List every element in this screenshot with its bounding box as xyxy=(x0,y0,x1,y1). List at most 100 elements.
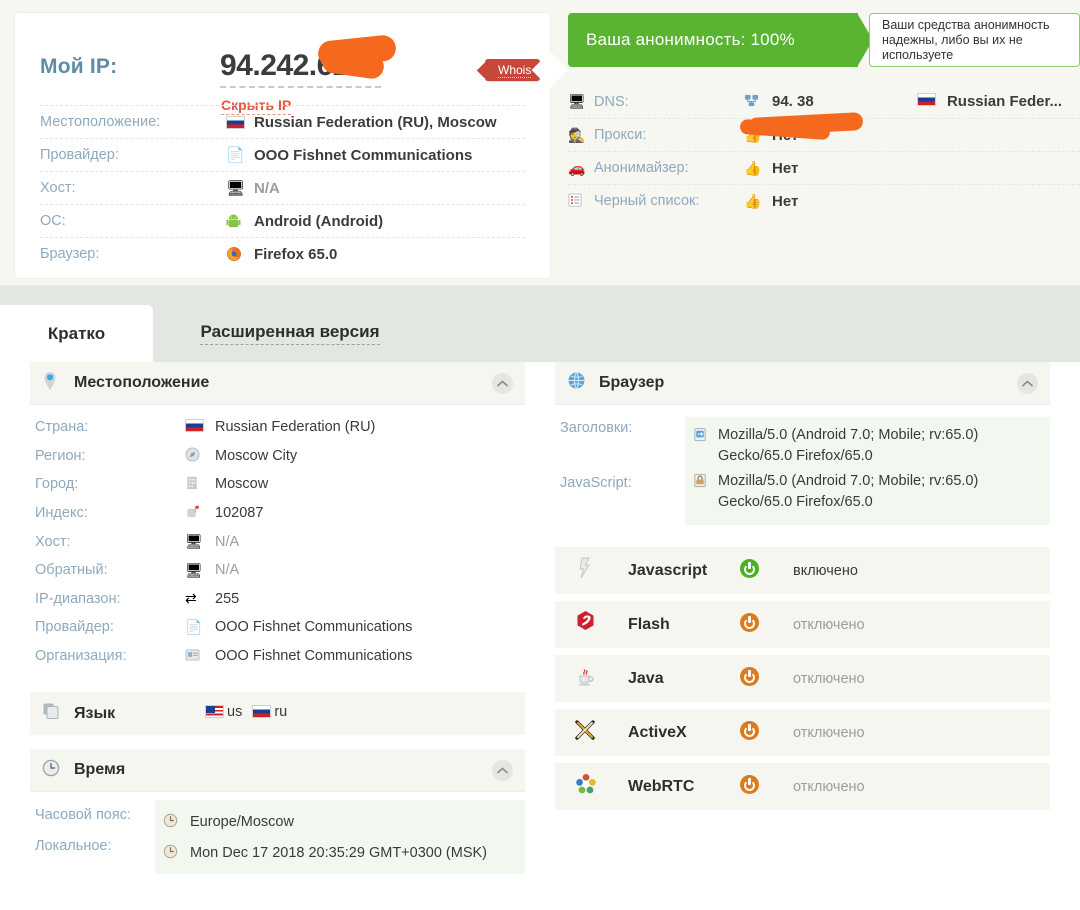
tab-bar: Кратко Расширенная версия xyxy=(0,285,1080,362)
row-value: Mon Dec 17 2018 20:35:29 GMT+0300 (MSK) xyxy=(190,844,488,861)
my-ip-card: Мой IP: 94.242.62. 5 Скрыть IP Whois Мес… xyxy=(15,13,550,278)
row-country: Russian Feder... xyxy=(946,93,1062,110)
language-values: us ru xyxy=(205,704,287,720)
row-value: Moscow xyxy=(215,476,269,493)
row-value: 255 xyxy=(215,590,240,607)
row-value: Russian Federation (RU), Moscow xyxy=(254,113,497,131)
panel-title: Браузер xyxy=(599,374,665,391)
flash-icon xyxy=(575,610,628,639)
collapse-chevron-up-icon[interactable] xyxy=(492,373,513,394)
location-row-city: Город: Moscow xyxy=(30,470,525,499)
row-label: Провайдер: xyxy=(40,147,119,163)
row-value: Firefox 65.0 xyxy=(254,245,338,263)
whois-button[interactable]: Whois xyxy=(485,59,541,81)
browser-row-javascript: Mozilla/5.0 (Android 7.0; Mobile; rv:65.… xyxy=(685,471,1050,517)
time-panel-header: Время xyxy=(30,749,525,793)
flag-us-icon xyxy=(205,705,224,719)
row-label: Регион: xyxy=(35,447,86,464)
ip-info-row-browser: Браузер: Firefox 65.0 xyxy=(40,237,525,270)
tab-extended[interactable]: Расширенная версия xyxy=(175,305,405,362)
time-row-timezone: Europe/Moscow xyxy=(155,806,525,837)
ip-info-row-host: Хост: 🖥 N/A xyxy=(40,171,525,204)
my-ip-header: Мой IP: 94.242.62. 5 Скрыть IP Whois xyxy=(15,13,550,115)
location-row-country: Страна: Russian Federation (RU) xyxy=(30,413,525,442)
ip-info-row-os: ОС: Android (Android) xyxy=(40,204,525,237)
browser-row-headers: Mozilla/5.0 (Android 7.0; Mobile; rv:65.… xyxy=(685,425,1050,471)
row-value: Нет xyxy=(772,126,799,144)
main-content: Местоположение Страна: Russian Federatio… xyxy=(0,362,1080,910)
page-root: Мой IP: 94.242.62. 5 Скрыть IP Whois Мес… xyxy=(0,0,1080,910)
js-ua-line-2: Gecko/65.0 Firefox/65.0 xyxy=(718,494,873,510)
firefox-icon xyxy=(226,246,254,262)
row-label: Местоположение: xyxy=(40,114,161,130)
tech-name: Java xyxy=(628,669,664,687)
row-label: Хост: xyxy=(40,180,76,196)
power-state-icon xyxy=(740,612,793,637)
tech-name: ActiveX xyxy=(628,723,687,741)
anonymity-rows: 🖥 DNS: 94. 38 Russian Feder... 🕵 Прокси:… xyxy=(568,85,1080,217)
location-row-zip: Индекс: 102087 xyxy=(30,499,525,528)
power-state-icon xyxy=(740,666,793,691)
java-icon xyxy=(575,665,628,693)
mailbox-icon xyxy=(185,504,215,522)
tech-row-java: Java отключено xyxy=(555,655,1050,702)
power-state-icon xyxy=(740,558,793,583)
row-value: Moscow City xyxy=(215,447,298,464)
row-value: Russian Federation (RU) xyxy=(215,419,376,436)
my-ip-value: 94.242.62. 5 xyxy=(220,49,381,88)
row-label: IP-диапазон: xyxy=(35,590,121,607)
row-label: Город: xyxy=(35,476,79,493)
power-off-icon xyxy=(740,720,759,740)
flag-ru-icon xyxy=(185,419,215,435)
anonymity-row-blacklist: Черный список: 👍 Нет xyxy=(568,184,1080,217)
browser-panel: Браузер Заголовки: JavaScript: Mozilla/5… xyxy=(555,362,1050,525)
collapse-chevron-up-icon[interactable] xyxy=(492,760,513,782)
location-row-iprange: IP-диапазон: ⇄ 255 xyxy=(30,585,525,614)
browser-values: Mozilla/5.0 (Android 7.0; Mobile; rv:65.… xyxy=(685,417,1050,525)
tab-label: Кратко xyxy=(47,323,106,343)
row-label: Черный список: xyxy=(594,193,700,209)
tech-name: Javascript xyxy=(628,561,708,579)
language-panel: Язык us ru xyxy=(30,692,525,736)
power-on-icon xyxy=(740,558,759,578)
row-label: Локальное: xyxy=(35,838,112,855)
tech-row-activex: ActiveX отключено xyxy=(555,709,1050,756)
flag-ru-icon xyxy=(226,115,254,129)
location-row-host: Хост: 🖥 N/A xyxy=(30,527,525,556)
badge-icon xyxy=(185,648,215,664)
tech-state: включено xyxy=(793,562,858,579)
row-value: OOO Fishnet Communications xyxy=(215,619,413,636)
collapse-chevron-up-icon[interactable] xyxy=(1017,373,1038,394)
compass-icon xyxy=(185,447,215,465)
network-icon xyxy=(744,93,772,111)
row-value: OOO Fishnet Communications xyxy=(215,648,413,665)
row-value: N/A xyxy=(254,179,280,197)
row-label: ОС: xyxy=(40,213,66,229)
top-summary-area: Мой IP: 94.242.62. 5 Скрыть IP Whois Мес… xyxy=(0,0,1080,285)
row-label: Индекс: xyxy=(35,505,88,522)
browser-rows-wrap: Заголовки: JavaScript: Mozilla/5.0 (Andr… xyxy=(555,405,1050,525)
ip-info-row-location: Местоположение: Russian Federation (RU),… xyxy=(40,105,525,138)
tab-label: Расширенная версия xyxy=(200,322,380,345)
row-value: Нет xyxy=(772,192,799,210)
row-value: OOO Fishnet Communications xyxy=(254,146,473,164)
tech-state: отключено xyxy=(793,670,865,687)
time-values: Europe/Moscow Mon Dec 17 2018 20:35:29 G… xyxy=(155,800,525,875)
location-rows: Страна: Russian Federation (RU) Регион: … xyxy=(30,405,525,670)
activex-icon xyxy=(575,719,628,747)
row-value: Нет xyxy=(772,159,799,177)
js-ua-line-1: Mozilla/5.0 (Android 7.0; Mobile; rv:65.… xyxy=(718,473,979,489)
row-label: Провайдер: xyxy=(35,619,114,636)
tab-kratko[interactable]: Кратко xyxy=(0,305,153,362)
row-label: Страна: xyxy=(35,419,89,436)
whois-label: Whois xyxy=(498,63,532,78)
anonymity-bar: Ваша анонимность: 100% xyxy=(568,13,858,67)
power-off-icon xyxy=(740,612,759,632)
technology-list: Javascript включено Flash отключено Java… xyxy=(555,547,1050,810)
clock-icon xyxy=(155,844,190,862)
power-state-icon xyxy=(740,720,793,745)
row-label: JavaScript: xyxy=(560,475,632,491)
row-value: N/A xyxy=(215,533,240,550)
anonymity-block: Ваша анонимность: 100% Ваши средства ано… xyxy=(568,13,1080,217)
my-ip-label: Мой IP: xyxy=(40,55,118,78)
